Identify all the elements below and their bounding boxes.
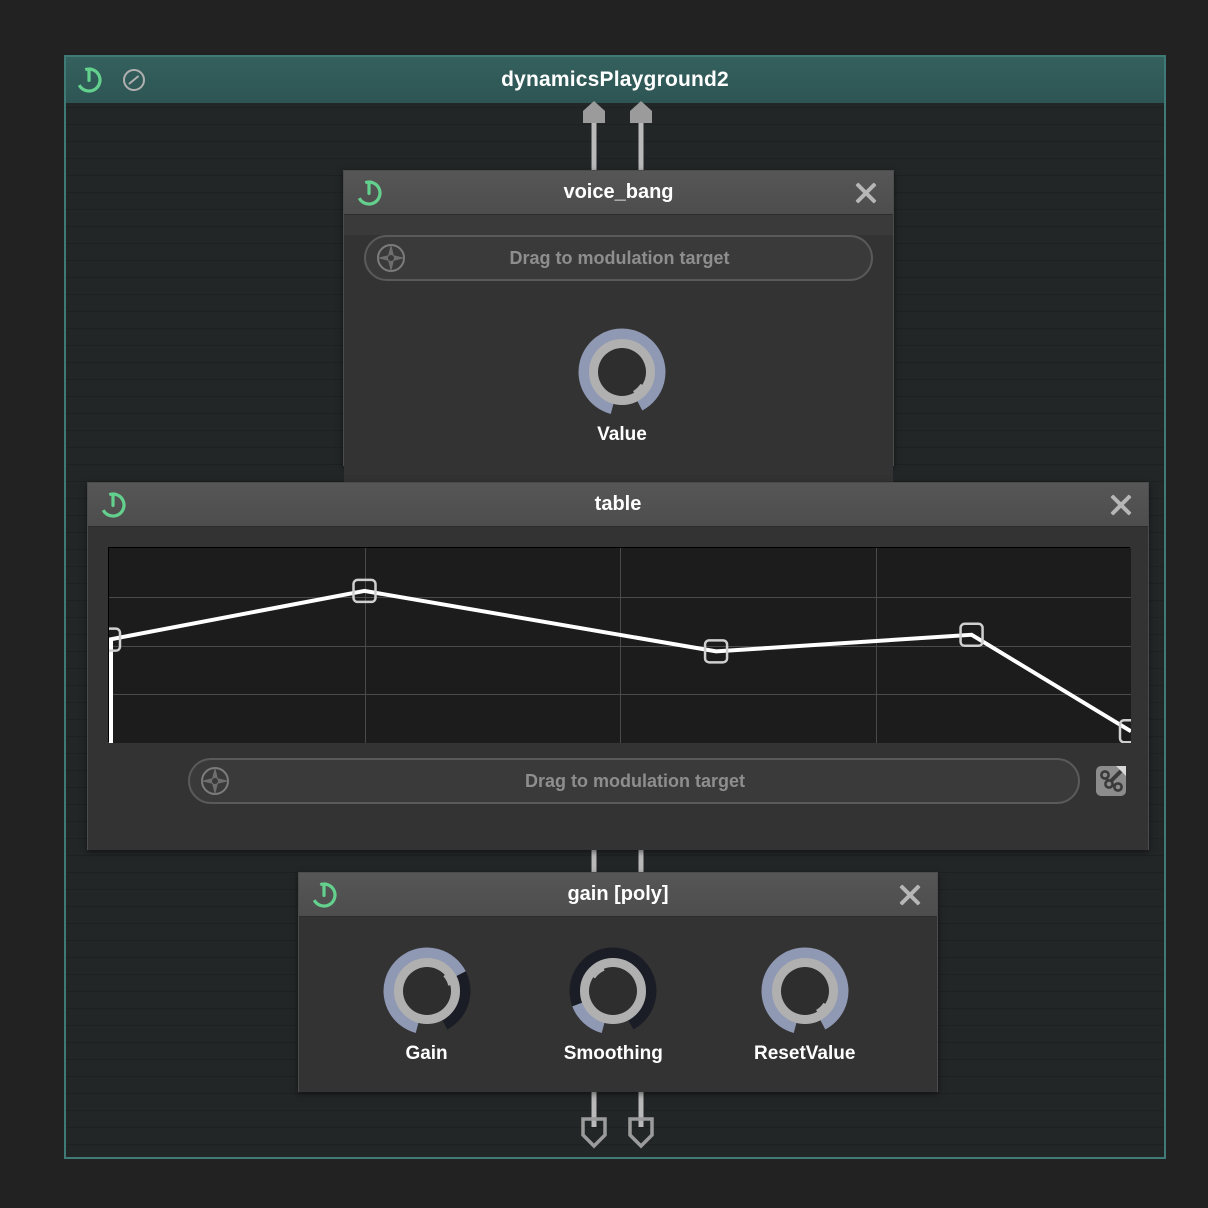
module-voice-bang[interactable]: voice_bang Drag to modulation target Val… [343,170,894,486]
table-graph-canvas[interactable] [109,548,1131,743]
patch-canvas[interactable]: dynamicsPlayground2 voice_bang Drag to m… [64,55,1166,1159]
table-graph[interactable] [108,547,1131,743]
module-voice-bang-header[interactable]: voice_bang [344,171,893,215]
module-gain-title: gain [poly] [567,883,669,905]
module-gain[interactable]: gain [poly] Gain Smoothing ResetValue [298,872,938,1092]
module-gain-body: Gain Smoothing ResetValue [299,917,937,1092]
close-icon[interactable] [851,178,881,208]
module-table-header[interactable]: table [88,483,1148,527]
knob-gain-label: Gain [405,1042,448,1064]
patch-titlebar[interactable]: dynamicsPlayground2 [66,57,1164,103]
module-gain-header[interactable]: gain [poly] [299,873,937,917]
modulation-target-icon [374,241,408,275]
knob-resetvalue-label: ResetValue [754,1042,856,1064]
modulation-drag-bar-table[interactable]: Drag to modulation target [188,758,1080,804]
module-table-title: table [594,493,642,515]
close-icon[interactable] [1106,490,1136,520]
module-table[interactable]: table Drag to modulation target [87,482,1149,850]
power-icon[interactable] [100,491,126,518]
modulation-drag-label: Drag to modulation target [509,247,730,268]
module-table-body: Drag to modulation target [88,527,1148,850]
module-voice-bang-body: Drag to modulation target Value [344,235,893,486]
expand-editor-icon[interactable] [1094,764,1128,798]
close-icon[interactable] [895,880,925,910]
modulation-target-icon [198,764,232,798]
power-icon[interactable] [311,881,337,908]
knob-gain-dial[interactable] [381,945,473,1037]
knob-smoothing-dial[interactable] [567,945,659,1037]
knob-resetvalue-dial[interactable] [759,945,851,1037]
meter-icon[interactable] [122,68,146,92]
patch-title: dynamicsPlayground2 [501,68,729,91]
knob-value-dial[interactable] [576,326,668,418]
modulation-drag-label: Drag to modulation target [525,770,745,791]
knob-value[interactable]: Value [576,326,668,446]
module-voice-bang-title: voice_bang [563,181,674,203]
modulation-drag-bar-voice-bang[interactable]: Drag to modulation target [364,235,873,281]
power-icon[interactable] [76,67,102,93]
knob-smoothing-label: Smoothing [563,1042,663,1064]
knob-value-label: Value [597,424,647,445]
power-icon[interactable] [356,179,382,206]
knob-smoothing[interactable]: Smoothing [564,945,663,1065]
knob-gain[interactable]: Gain [381,945,473,1065]
knob-resetvalue[interactable]: ResetValue [754,945,855,1065]
